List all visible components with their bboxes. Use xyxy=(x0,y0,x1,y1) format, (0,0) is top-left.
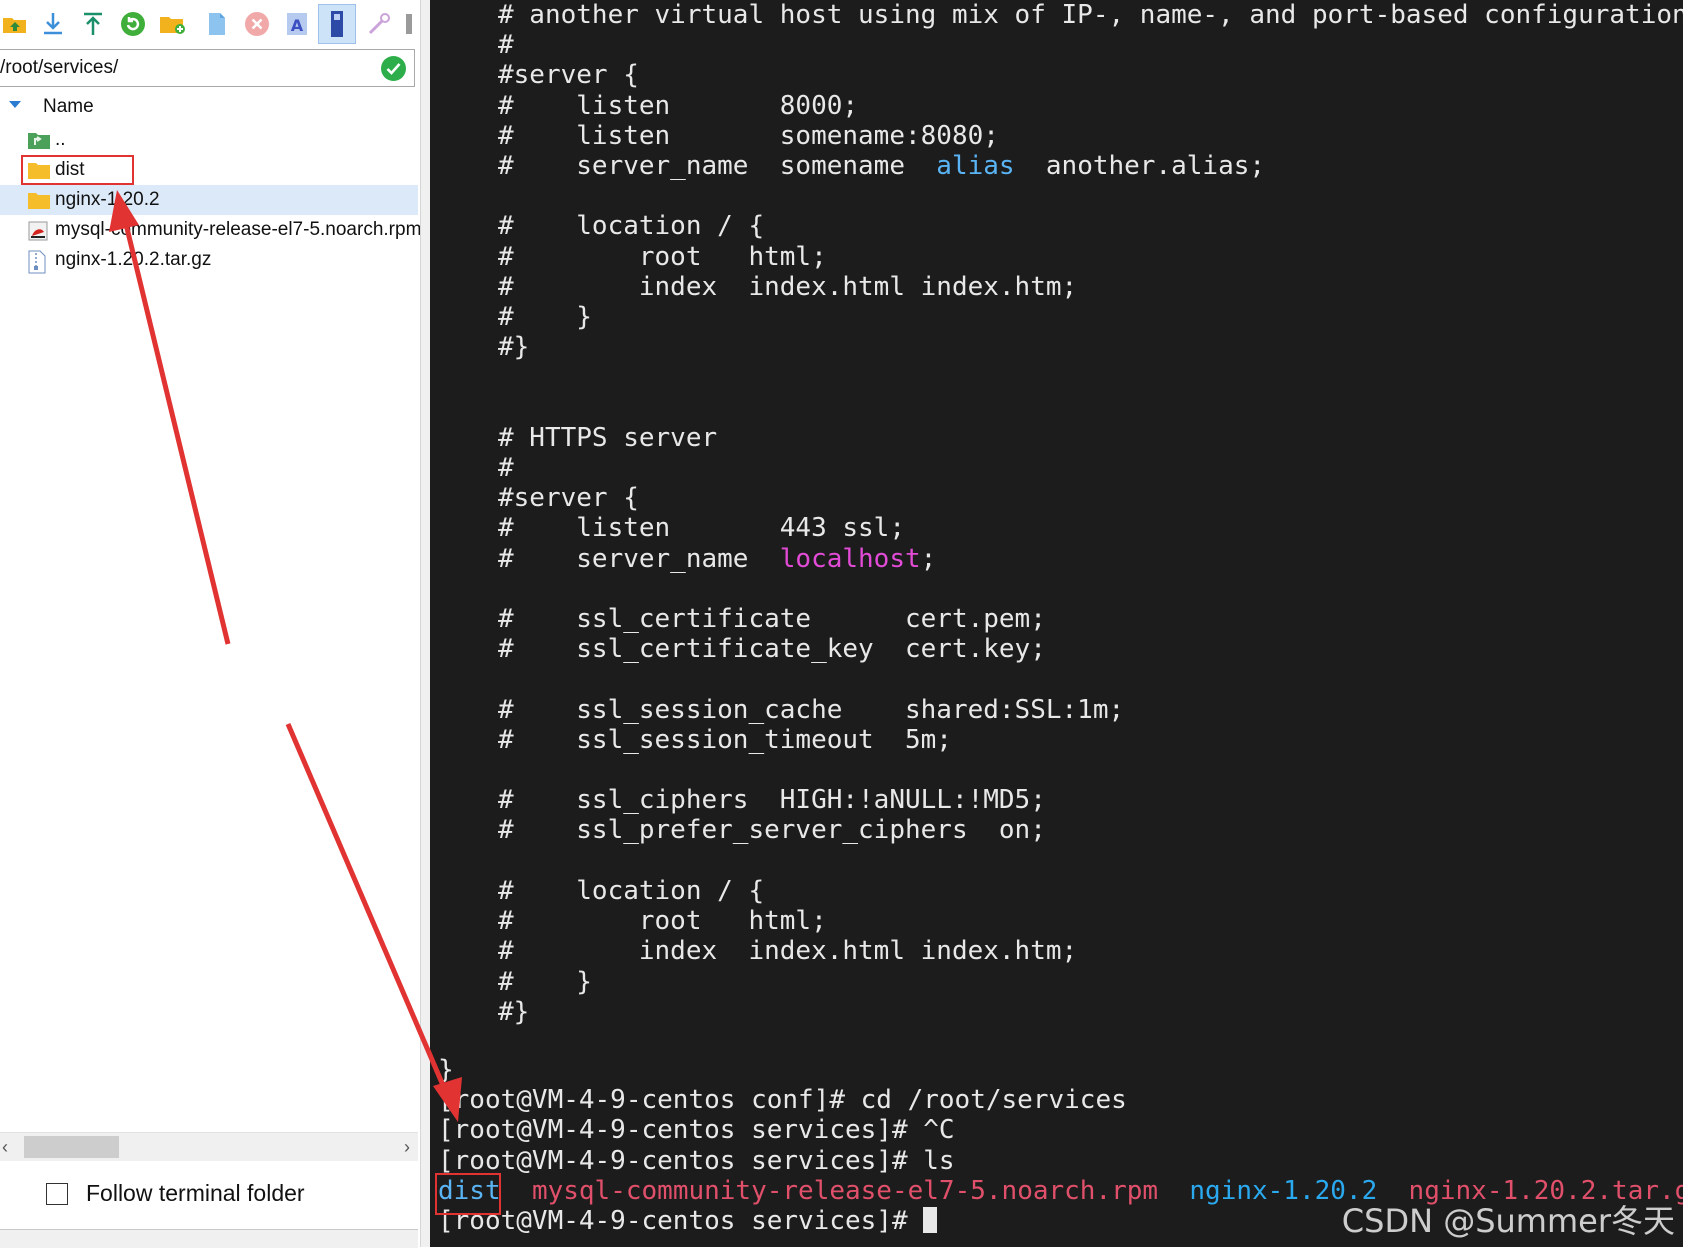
new-folder-icon[interactable] xyxy=(158,8,188,40)
terminal-line: # location / { xyxy=(498,211,765,242)
list-item-label: .. xyxy=(55,129,66,150)
upload-folder-icon[interactable] xyxy=(0,8,30,40)
terminal-line: #} xyxy=(498,332,530,363)
terminal-line: # ssl_ciphers HIGH:!aNULL:!MD5; xyxy=(498,785,1046,816)
terminal-line: # index index.html index.htm; xyxy=(498,936,1078,967)
file-browser-panel: A /root/services/ Name .. dist nginx-1.2… xyxy=(0,0,422,1248)
shell-line: [root@VM-4-9-centos conf]# cd /root/serv… xyxy=(438,1085,1127,1116)
follow-terminal-label[interactable]: Follow terminal folder xyxy=(86,1180,305,1207)
terminal-line: # location / { xyxy=(498,875,765,906)
file-browser-toolbar: A xyxy=(0,0,420,48)
properties-icon[interactable] xyxy=(364,8,394,40)
list-item-nginx-archive[interactable]: nginx-1.20.2.tar.gz xyxy=(0,245,418,275)
terminal-line: # ssl_prefer_server_ciphers on; xyxy=(498,815,1046,846)
watermark: CSDN @Summer冬天 xyxy=(1341,1202,1675,1240)
list-item-label: mysql-community-release-el7-5.noarch.rpm xyxy=(55,219,422,240)
terminal-line: # root html; xyxy=(498,906,827,937)
scroll-left-icon[interactable]: ‹ xyxy=(2,1137,8,1158)
list-item-label: nginx-1.20.2 xyxy=(55,189,160,210)
folder-icon xyxy=(27,190,51,215)
follow-terminal-checkbox[interactable] xyxy=(46,1183,68,1205)
terminal-line: # } xyxy=(498,302,592,333)
parent-folder-icon xyxy=(27,130,51,155)
rpm-package-icon xyxy=(27,220,49,247)
more-icon[interactable] xyxy=(402,8,416,40)
terminal-panel[interactable]: # another virtual host using mix of IP-,… xyxy=(430,0,1683,1247)
new-file-icon[interactable] xyxy=(202,8,232,40)
dist-highlight-box xyxy=(21,155,134,185)
terminal-line: # ssl_session_timeout 5m; xyxy=(498,724,952,755)
terminal-line: # ssl_certificate cert.pem; xyxy=(498,604,1046,635)
delete-icon[interactable] xyxy=(242,8,272,40)
terminal-line: # server_name somename alias another.ali… xyxy=(498,151,1266,182)
terminal-line: # root html; xyxy=(498,241,827,272)
shell-line: [root@VM-4-9-centos services]# ^C xyxy=(438,1115,955,1146)
bottom-scrollbar[interactable] xyxy=(0,1229,418,1248)
archive-icon xyxy=(27,250,47,279)
terminal-line: # HTTPS server xyxy=(498,422,718,453)
terminal-line: # another virtual host using mix of IP-,… xyxy=(498,0,1683,30)
list-item-nginx-folder[interactable]: nginx-1.20.2 xyxy=(0,185,418,215)
name-column-header[interactable]: Name xyxy=(43,96,94,118)
svg-text:A: A xyxy=(291,16,304,35)
dist-terminal-highlight-box xyxy=(435,1173,501,1215)
terminal-line: # ssl_certificate_key cert.key; xyxy=(498,634,1046,665)
terminal-toggle-icon[interactable] xyxy=(318,4,356,44)
list-item-label: nginx-1.20.2.tar.gz xyxy=(55,249,212,270)
terminal-line: #server { xyxy=(498,483,639,514)
terminal-line: #} xyxy=(498,996,530,1027)
shell-line: [root@VM-4-9-centos services]# ls xyxy=(438,1145,955,1176)
panel-splitter[interactable] xyxy=(420,0,430,1247)
shell-prompt[interactable]: [root@VM-4-9-centos services]# xyxy=(438,1206,923,1236)
upload-icon[interactable] xyxy=(78,8,108,40)
checkmark-icon[interactable] xyxy=(381,56,406,81)
path-input[interactable]: /root/services/ xyxy=(0,57,118,79)
download-icon[interactable] xyxy=(38,8,68,40)
refresh-icon[interactable] xyxy=(118,8,148,40)
terminal-line: # listen 8000; xyxy=(498,90,859,121)
shell-brace: } xyxy=(438,1055,454,1085)
scroll-right-icon[interactable]: › xyxy=(404,1137,410,1158)
rename-icon[interactable]: A xyxy=(282,8,312,40)
terminal-line: # listen 443 ssl; xyxy=(498,513,905,544)
path-bar[interactable]: /root/services/ xyxy=(0,49,415,87)
terminal-cursor xyxy=(923,1207,938,1234)
list-item-mysql-rpm[interactable]: mysql-community-release-el7-5.noarch.rpm xyxy=(0,215,422,247)
list-item-parent[interactable]: .. xyxy=(0,125,418,155)
terminal-line: # xyxy=(498,453,514,484)
terminal-line: # index index.html index.htm; xyxy=(498,271,1078,302)
terminal-line: # xyxy=(498,30,514,61)
ls-entry-rpm: mysql-community-release-el7-5.noarch.rpm xyxy=(531,1175,1159,1206)
scrollbar-thumb[interactable] xyxy=(24,1136,119,1158)
terminal-line: #server { xyxy=(498,60,639,91)
terminal-line: # ssl_session_cache shared:SSL:1m; xyxy=(498,694,1125,725)
terminal-line: # listen somename:8080; xyxy=(498,120,999,151)
terminal-output: # another virtual host using mix of IP-,… xyxy=(498,0,1683,1027)
sort-arrow-icon[interactable] xyxy=(9,101,21,108)
terminal-line: # } xyxy=(498,966,592,997)
horizontal-scrollbar[interactable]: ‹ › xyxy=(0,1132,418,1161)
terminal-line: # server_name localhost; xyxy=(498,543,937,574)
